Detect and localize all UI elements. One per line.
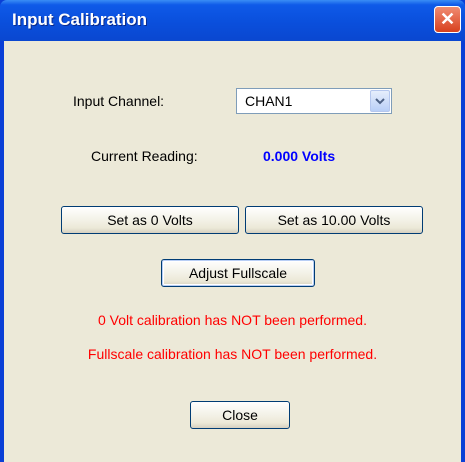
current-reading-label: Current Reading: xyxy=(91,148,198,164)
zero-calibration-status: 0 Volt calibration has NOT been performe… xyxy=(97,312,367,328)
input-channel-value: CHAN1 xyxy=(245,93,293,109)
close-icon: ✕ xyxy=(439,9,456,29)
window-close-button[interactable]: ✕ xyxy=(434,6,461,33)
input-channel-select[interactable]: CHAN1 xyxy=(236,88,392,114)
input-channel-label: Input Channel: xyxy=(73,93,165,109)
chevron-down-icon xyxy=(375,97,385,104)
title-bar[interactable]: Input Calibration ✕ xyxy=(0,0,465,41)
dropdown-button[interactable] xyxy=(370,90,390,112)
dialog-body: Input Channel: CHAN1 Current Reading: 0.… xyxy=(4,41,461,462)
set-fullscale-volts-button[interactable]: Set as 10.00 Volts xyxy=(245,206,423,234)
set-zero-volts-button[interactable]: Set as 0 Volts xyxy=(61,206,239,234)
current-reading-value: 0.000 Volts xyxy=(263,148,336,164)
fullscale-calibration-status: Fullscale calibration has NOT been perfo… xyxy=(87,346,378,362)
close-button[interactable]: Close xyxy=(190,401,290,429)
adjust-fullscale-button[interactable]: Adjust Fullscale xyxy=(161,259,315,287)
window-title: Input Calibration xyxy=(12,10,148,29)
dialog-window: Input Calibration ✕ Input Channel: CHAN1… xyxy=(0,0,465,462)
